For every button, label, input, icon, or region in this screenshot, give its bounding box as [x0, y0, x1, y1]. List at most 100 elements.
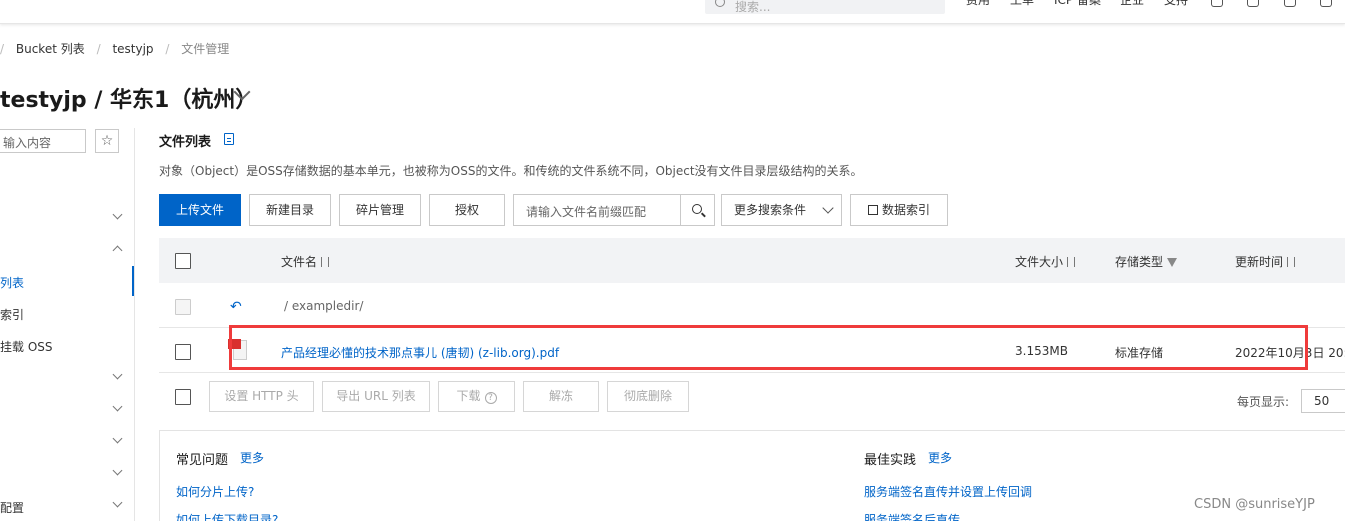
per-page-label: 每页显示:: [1237, 395, 1290, 409]
chevron-up-icon: [112, 245, 123, 256]
document-icon[interactable]: [224, 133, 234, 145]
nav-billing[interactable]: 费用: [966, 0, 990, 8]
file-search-placeholder: 请输入文件名前缀匹配: [526, 205, 647, 219]
breadcrumb-bucket-list[interactable]: Bucket 列表: [16, 40, 85, 57]
search-icon: [715, 0, 725, 7]
sidebar-item-2[interactable]: [0, 235, 134, 265]
chevron-down-icon: [822, 202, 834, 214]
help-icon: ?: [484, 392, 497, 404]
file-search-input[interactable]: 请输入文件名前缀匹配: [513, 194, 715, 226]
sidebar-item-label: 索引: [0, 308, 25, 322]
chevron-down-icon: [112, 433, 123, 444]
filter-icon: [1167, 258, 1178, 267]
authorize-button[interactable]: 授权: [429, 194, 505, 226]
page-title: testyjp / 华东1（杭州）: [0, 88, 258, 113]
sidebar-item-1[interactable]: [0, 203, 134, 233]
column-size-label: 文件大小: [1015, 255, 1064, 269]
nav-icp[interactable]: ICP 备案: [1054, 0, 1101, 8]
best-practice-link[interactable]: 服务端签名后直传: [864, 511, 960, 521]
sort-icon: [1067, 257, 1076, 267]
nav-tickets[interactable]: 工单: [1010, 0, 1034, 8]
section-title: 文件列表: [159, 135, 212, 150]
sidebar-item-index[interactable]: 索引: [0, 298, 134, 328]
more-search-label: 更多搜索条件: [734, 203, 807, 217]
sidebar-item-6[interactable]: [0, 363, 134, 393]
sidebar-item-file-list[interactable]: 列表: [0, 266, 134, 296]
global-search-placeholder: 搜索...: [735, 0, 771, 14]
search-button[interactable]: [680, 195, 714, 225]
faq-link[interactable]: 如何分片上传?: [176, 483, 254, 500]
column-header-storage[interactable]: 存储类型: [1115, 253, 1178, 270]
sidebar-item-label: 挂载 OSS: [0, 340, 53, 354]
sort-icon: [321, 257, 330, 267]
bell-icon[interactable]: [1284, 0, 1296, 7]
faq-link[interactable]: 如何上传下载目录?: [176, 511, 278, 521]
external-link-icon: [867, 205, 878, 215]
search-icon: [692, 204, 702, 214]
row-checkbox[interactable]: [175, 344, 191, 360]
download-label: 下载: [456, 389, 481, 403]
sidebar-search-input[interactable]: 输入内容: [0, 129, 86, 153]
breadcrumb-current: 文件管理: [181, 42, 230, 56]
top-bar: 搜索... 费用 工单 ICP 备案 企业 支持: [0, 0, 1345, 24]
faq-more-link[interactable]: 更多: [240, 449, 264, 466]
sidebar-item-mount-oss[interactable]: 挂载 OSS: [0, 330, 134, 360]
nav-enterprise[interactable]: 企业: [1120, 0, 1144, 8]
fragment-management-button[interactable]: 碎片管理: [339, 194, 421, 226]
download-button[interactable]: 下载?: [438, 381, 515, 412]
breadcrumb-separator: /: [165, 42, 170, 56]
column-header-updated[interactable]: 更新时间: [1235, 253, 1296, 270]
breadcrumb-separator: /: [96, 42, 101, 56]
sidebar-item-7[interactable]: [0, 395, 134, 425]
highlight-annotation: [229, 325, 1308, 370]
breadcrumb: / Bucket 列表 / testyjp / 文件管理: [0, 40, 229, 57]
upload-button[interactable]: 上传文件: [159, 194, 241, 226]
row-divider: [159, 372, 1345, 373]
sidebar-item-9[interactable]: [0, 459, 134, 489]
sidebar-item-config[interactable]: 配置: [0, 491, 134, 521]
global-search-input[interactable]: 搜索...: [705, 0, 945, 14]
chevron-down-icon: [112, 497, 123, 508]
best-practice-title: 最佳实践: [864, 453, 917, 468]
new-directory-button[interactable]: 新建目录: [249, 194, 331, 226]
terminal-icon[interactable]: [1211, 0, 1223, 7]
cart-icon[interactable]: [1320, 0, 1332, 7]
per-page-select[interactable]: 50: [1301, 389, 1345, 413]
sort-icon: [1287, 257, 1296, 267]
row-checkbox-disabled: [175, 299, 191, 315]
column-header-name[interactable]: 文件名: [281, 253, 330, 270]
best-practice-more-link[interactable]: 更多: [928, 449, 952, 466]
batch-select-checkbox[interactable]: [175, 389, 191, 405]
permanent-delete-button[interactable]: 彻底删除: [607, 381, 689, 412]
best-practice-link[interactable]: 服务端签名直传并设置上传回调: [864, 483, 1032, 500]
chevron-down-icon: [112, 209, 123, 220]
description: 对象（Object）是OSS存储数据的基本单元，也被称为OSS的文件。和传统的文…: [159, 164, 863, 178]
sidebar-item-label: 配置: [0, 501, 25, 515]
select-all-checkbox[interactable]: [175, 253, 191, 269]
faq-title: 常见问题: [176, 453, 229, 468]
column-header-size[interactable]: 文件大小: [1015, 253, 1076, 270]
star-icon[interactable]: ☆: [95, 129, 119, 153]
parent-directory-link[interactable]: / exampledir/: [284, 299, 363, 313]
breadcrumb-bucket[interactable]: testyjp: [112, 42, 153, 56]
column-name-label: 文件名: [281, 255, 318, 269]
watermark: CSDN @sunriseYJP: [1194, 497, 1315, 512]
message-icon[interactable]: [1247, 0, 1259, 7]
sidebar-item-label: 列表: [0, 276, 25, 290]
unfreeze-button[interactable]: 解冻: [523, 381, 599, 412]
export-url-list-button[interactable]: 导出 URL 列表: [322, 381, 430, 412]
nav-support[interactable]: 支持: [1164, 0, 1188, 8]
chevron-down-icon: [112, 369, 123, 380]
more-search-dropdown[interactable]: 更多搜索条件: [721, 194, 842, 226]
sidebar-active-indicator: [132, 266, 134, 296]
breadcrumb-separator: /: [0, 42, 5, 56]
data-index-label: 数据索引: [881, 203, 930, 217]
column-updated-label: 更新时间: [1235, 255, 1284, 269]
help-panel: [159, 430, 1345, 521]
back-arrow-icon[interactable]: ↶: [230, 299, 242, 315]
set-http-header-button[interactable]: 设置 HTTP 头: [209, 381, 314, 412]
chevron-down-icon: [112, 465, 123, 476]
data-index-button[interactable]: 数据索引: [850, 194, 948, 226]
chevron-down-icon: [112, 401, 123, 412]
sidebar-item-8[interactable]: [0, 427, 134, 457]
